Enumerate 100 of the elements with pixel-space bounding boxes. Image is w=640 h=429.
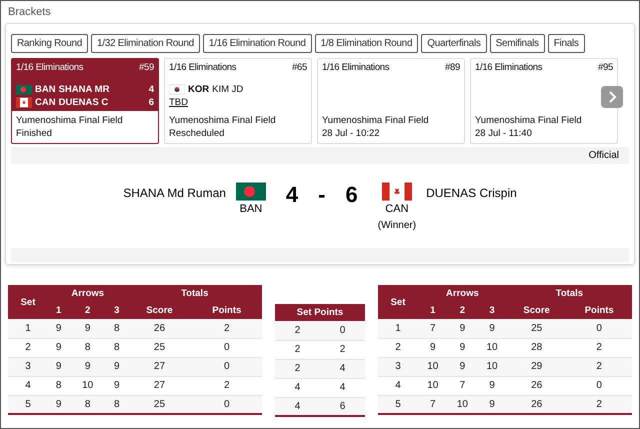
table-cell: 26 [506,395,566,414]
table-cell: 10 [418,357,448,376]
panel-title: Brackets [7,5,52,20]
table-cell: 4 [275,397,320,416]
competitor-code: CAN [35,96,56,108]
column-header: Totals [506,285,632,302]
table-cell: 3 [378,357,418,376]
table-cell: 2 [566,338,632,357]
country-code: BAN [240,203,262,215]
column-header: 2 [69,302,106,319]
round-tab[interactable]: Semifinals [490,34,545,53]
table-cell: 26 [506,376,566,395]
column-header: Arrows [48,285,128,302]
table-cell: 2 [566,357,632,376]
match-card[interactable]: 1/16 Eliminations #95 Yumenoshima Final Field 28 Jul - 11:40 [470,58,618,144]
round-tab[interactable]: 1/8 Elimination Round [314,34,418,53]
table-cell: 9 [477,319,507,338]
table-cell: 0 [566,319,632,338]
column-header: Set [8,285,48,319]
table-cell: 7 [418,319,448,338]
table-cell: 4 [378,376,418,395]
competitor-name: KIM JD [212,84,244,94]
table-cell: 0 [192,338,262,357]
table-cell: 9 [69,357,106,376]
table-cell: 9 [69,319,106,338]
winner-label: (Winner) [378,220,416,231]
match-title: 1/16 Eliminations [16,62,84,73]
column-header: Totals [127,285,262,302]
table-cell: 9 [48,357,70,376]
flag-icon [16,96,32,108]
match-title: 1/16 Eliminations [475,62,542,73]
country-code: CAN [385,203,409,215]
table-cell: 9 [448,357,478,376]
round-tab[interactable]: Finals [548,34,585,53]
flag-icon [16,84,32,94]
competitor-code: TBD [169,96,188,108]
table-cell: 25 [506,319,566,338]
table-cell: 25 [127,338,192,357]
match-status: Rescheduled [169,127,226,140]
table-cell: 2 [275,340,320,359]
match-number: #65 [292,62,307,73]
table-cell: 27 [127,376,192,395]
table-cell: 5 [8,395,48,414]
table-cell: 9 [477,395,507,414]
table-cell: 8 [106,395,128,414]
table-cell: 10 [477,338,507,357]
table-cell: 8 [106,338,128,357]
table-cell: 8 [69,338,106,357]
competitor-code: KOR [188,84,210,94]
next-button[interactable] [601,86,623,108]
score-text: 4 [286,182,298,208]
table-cell: 2 [378,338,418,357]
venue-text: Yumenoshima Final Field [475,114,583,127]
round-tab[interactable]: Ranking Round [11,34,88,53]
match-card[interactable]: 1/16 Eliminations #65 KOR KIM JD TBD Yumenoshima Final Field Rescheduled [164,58,312,144]
score-text: 6 [346,182,358,208]
venue-text: Yumenoshima Final Field [322,114,430,127]
table-cell: 0 [192,395,262,414]
match-card[interactable]: 1/16 Eliminations #59 BAN SHANA MR 4 CAN DUENAS C 6 Yumenoshima Final Field Finished [11,58,159,144]
table-cell: 9 [448,319,478,338]
table-cell: 5 [378,395,418,414]
table-cell: 9 [48,395,70,414]
column-header: 2 [448,302,478,319]
table-cell: 8 [69,395,106,414]
table-cell: 1 [378,319,418,338]
table-cell: 2 [8,338,48,357]
table-cell: 9 [48,319,70,338]
table-cell: 9 [477,376,507,395]
table-cell: 8 [48,376,70,395]
column-header: Set Points [275,304,365,321]
table-cell: 10 [418,376,448,395]
match-status: 28 Jul - 10:22 [322,127,381,140]
round-tab[interactable]: Quarterfinals [421,34,487,53]
table-cell: 8 [106,319,128,338]
table-cell: 10 [477,357,507,376]
column-header: Score [127,302,192,319]
table-cell: 9 [48,338,70,357]
table-cell: 25 [127,395,192,414]
match-number: #89 [445,62,460,73]
table-cell: 2 [192,319,262,338]
table-cell: 0 [566,376,632,395]
table-cell: 29 [506,357,566,376]
table-cell: 28 [506,338,566,357]
table-cell: 2 [275,321,320,340]
athlete-name: SHANA Md Ruman [123,186,226,200]
round-tab[interactable]: 1/16 Elimination Round [202,34,312,53]
flag-icon [236,182,266,201]
table-cell: 7 [418,395,448,414]
match-card[interactable]: 1/16 Eliminations #89 Yumenoshima Final Field 28 Jul - 10:22 [317,58,465,144]
table-cell: 9 [106,376,128,395]
table-cell: 4 [320,359,365,378]
match-title: 1/16 Eliminations [322,62,390,73]
table-cell: 1 [8,319,48,338]
table-cell: 6 [320,397,365,416]
round-tab[interactable]: 1/32 Elimination Round [91,34,200,53]
competitor-score: 4 [148,84,154,94]
column-header: Arrows [418,285,507,302]
venue-text: Yumenoshima Final Field [169,114,277,127]
score-separator: - [318,182,326,208]
table-cell: 3 [8,357,48,376]
